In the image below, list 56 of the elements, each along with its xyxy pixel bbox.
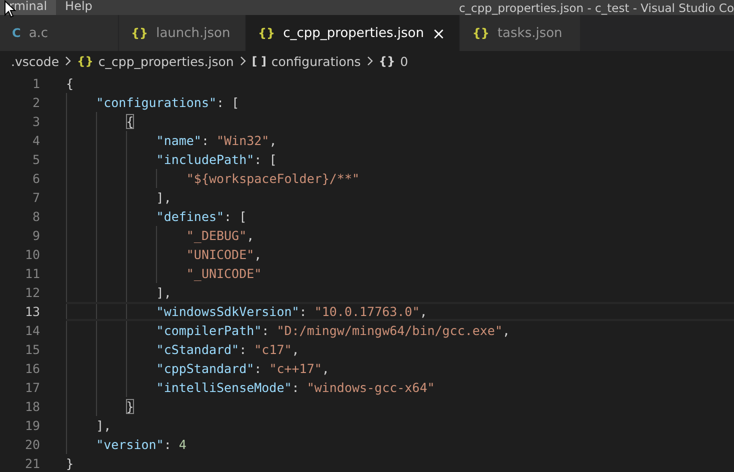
line-number: 15 xyxy=(24,341,40,359)
code-line: } xyxy=(126,398,134,416)
code-line: "windowsSdkVersion": "10.0.17763.0", xyxy=(156,304,428,319)
line-number: 21 xyxy=(24,455,40,472)
line-number: 4 xyxy=(31,132,40,150)
line-number: 9 xyxy=(31,227,40,245)
code-line: "configurations": [ xyxy=(96,94,240,112)
breadcrumb-item[interactable]: {} c_cpp_properties.json xyxy=(77,54,234,68)
code-line: ], xyxy=(156,284,172,302)
line-number: 12 xyxy=(24,284,40,302)
line-number: 20 xyxy=(24,436,40,454)
code-line: { xyxy=(66,75,74,93)
code-line: "_DEBUG", xyxy=(186,227,254,245)
code-line: "defines": [ xyxy=(156,208,247,226)
line-number: 1 xyxy=(31,75,40,93)
line-number: 8 xyxy=(31,208,40,226)
code-line: "UNICODE", xyxy=(186,246,262,264)
code-line: "${workspaceFolder}/**" xyxy=(186,170,360,188)
line-number: 7 xyxy=(31,189,40,207)
line-number: 3 xyxy=(31,113,40,131)
breadcrumb-item[interactable]: {} 0 xyxy=(378,54,408,68)
chevron-right-icon xyxy=(64,56,72,66)
line-number: 2 xyxy=(31,94,40,112)
line-number: 13 xyxy=(24,303,40,321)
breadcrumb-item[interactable]: .vscode xyxy=(11,54,60,68)
chevron-right-icon xyxy=(366,56,374,66)
code-line: "compilerPath": "D:/mingw/mingw64/bin/gcc.exe", xyxy=(156,322,510,340)
code-line: "cStandard": "c17", xyxy=(156,341,300,359)
line-number: 17 xyxy=(24,379,40,397)
line-number: 16 xyxy=(24,360,40,378)
code-line: } xyxy=(66,455,74,472)
code-line: "name": "Win32", xyxy=(156,132,277,150)
code-line: "intelliSenseMode": "windows-gcc-x64" xyxy=(156,379,435,397)
window-title: c_cpp_properties.json - c_test - Visual Studio Co xyxy=(458,2,734,15)
chevron-right-icon xyxy=(238,56,247,66)
code-line: "includePath": [ xyxy=(156,151,277,169)
code-line: "_UNICODE" xyxy=(186,265,262,283)
line-number: 5 xyxy=(31,151,40,169)
editor-tab[interactable]: {} launch.json xyxy=(119,15,246,51)
code-line: "version": 4 xyxy=(96,436,186,454)
code-line: ], xyxy=(156,189,172,207)
editor-tab[interactable]: C a.c xyxy=(0,15,119,51)
line-number: 11 xyxy=(24,265,40,283)
editor-tab[interactable]: {} c_cpp_properties.json × xyxy=(246,15,460,51)
code-line: "cppStandard": "c++17", xyxy=(156,360,330,378)
line-number: 6 xyxy=(31,170,40,188)
breadcrumb-item[interactable]: [ ] configurations xyxy=(252,54,361,68)
menu-item[interactable]: rminal xyxy=(0,0,56,15)
line-number: 19 xyxy=(24,417,40,435)
line-number: 14 xyxy=(24,322,40,340)
code-line: { xyxy=(126,113,134,131)
line-number: 18 xyxy=(24,398,40,416)
code-line: ], xyxy=(96,417,112,435)
line-number: 10 xyxy=(24,246,40,264)
menu-item[interactable]: Help xyxy=(56,0,102,15)
editor-tab[interactable]: {} tasks.json xyxy=(460,15,582,51)
